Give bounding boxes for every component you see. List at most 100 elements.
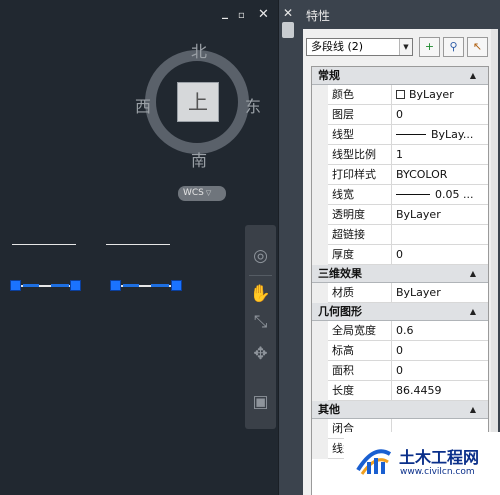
category-misc[interactable]: 其他 ▲ <box>312 401 488 419</box>
property-row-area[interactable]: 面积 0 <box>312 361 488 381</box>
viewcube-top-face[interactable]: 上 <box>177 82 219 122</box>
steering-wheel-icon[interactable]: ◎ <box>249 245 272 268</box>
category-title: 三维效果 <box>318 267 362 280</box>
compass-south-label[interactable]: 南 <box>191 147 207 171</box>
property-row-color[interactable]: 颜色 ByLayer <box>312 85 488 105</box>
property-row-global-width[interactable]: 全局宽度 0.6 <box>312 321 488 341</box>
collapse-icon[interactable]: ▲ <box>470 401 476 418</box>
grip-endpoint[interactable] <box>10 280 21 291</box>
compass-east-label[interactable]: 东 <box>245 93 261 117</box>
property-value[interactable]: 1 <box>393 145 488 165</box>
property-row-hyperlink[interactable]: 超链接 <box>312 225 488 245</box>
property-row-linetype-scale[interactable]: 线型比例 1 <box>312 145 488 165</box>
grip-endpoint[interactable] <box>171 280 182 291</box>
property-row-lineweight[interactable]: 线宽 0.05 ... <box>312 185 488 205</box>
property-name: 标高 <box>328 341 392 361</box>
property-name: 线型 <box>328 125 392 145</box>
property-grid: 常规 ▲ 颜色 ByLayer 图层 0 线型 ByLay... 线型比例 1 … <box>311 66 489 495</box>
property-name: 超链接 <box>328 225 392 245</box>
property-row-plotstyle[interactable]: 打印样式 BYCOLOR <box>312 165 488 185</box>
property-value[interactable]: 0 <box>393 245 488 265</box>
close-icon[interactable]: ✕ <box>283 6 293 20</box>
property-value[interactable]: BYCOLOR <box>393 165 488 185</box>
category-general[interactable]: 常规 ▲ <box>312 67 488 85</box>
site-watermark: 土木工程网 www.civilcn.com <box>344 432 500 495</box>
property-value[interactable]: 0 <box>393 341 488 361</box>
quick-select-button[interactable]: ⚲ <box>443 37 464 57</box>
close-icon[interactable]: ✕ <box>258 7 269 22</box>
palette-scrollbar[interactable] <box>491 29 498 495</box>
property-name: 透明度 <box>328 205 392 225</box>
category-geometry[interactable]: 几何图形 ▲ <box>312 303 488 321</box>
property-row-transparency[interactable]: 透明度 ByLayer <box>312 205 488 225</box>
civilcn-logo-icon <box>356 449 392 475</box>
showmotion-icon[interactable]: ▣ <box>249 391 272 414</box>
navigation-bar[interactable]: ◎ ✋ ⤡ ✥ ▣ <box>245 225 276 429</box>
properties-palette: 特性 多段线 (2) ▼ + ⚲ ↖ 常规 ▲ 颜色 ByLayer 图层 0 <box>298 0 500 495</box>
category-3d-effects[interactable]: 三维效果 ▲ <box>312 265 488 283</box>
minimize-icon[interactable]: _ <box>222 5 228 19</box>
line-entity-left[interactable] <box>12 244 76 245</box>
wcs-menu-button[interactable]: WCS ▽ <box>178 186 226 201</box>
property-value[interactable]: ByLayer <box>393 283 488 303</box>
property-name: 面积 <box>328 361 392 381</box>
property-value[interactable]: 86.4459 <box>393 381 488 401</box>
category-title: 其他 <box>318 403 340 416</box>
property-value[interactable]: ByLayer <box>393 205 488 225</box>
property-row-material[interactable]: 材质 ByLayer <box>312 283 488 303</box>
palette-grip-handle[interactable] <box>282 22 294 38</box>
lineweight-preview-icon <box>396 194 430 195</box>
property-row-elevation[interactable]: 标高 0 <box>312 341 488 361</box>
collapse-icon[interactable]: ▲ <box>470 265 476 282</box>
palette-content: 多段线 (2) ▼ + ⚲ ↖ 常规 ▲ 颜色 ByLayer 图层 0 线型 … <box>303 29 498 495</box>
object-type-value: 多段线 (2) <box>311 40 364 53</box>
watermark-url: www.civilcn.com <box>400 467 475 477</box>
zoom-extents-icon[interactable]: ⤡ <box>249 311 272 334</box>
select-objects-button[interactable]: ↖ <box>467 37 488 57</box>
grip-endpoint[interactable] <box>70 280 81 291</box>
orbit-icon[interactable]: ✥ <box>249 343 272 366</box>
property-name: 长度 <box>328 381 392 401</box>
property-row-layer[interactable]: 图层 0 <box>312 105 488 125</box>
compass-north-label[interactable]: 北 <box>191 38 207 62</box>
viewcube[interactable]: 上 北 南 西 东 <box>135 38 261 170</box>
collapse-icon[interactable]: ▲ <box>470 67 476 84</box>
property-name: 打印样式 <box>328 165 392 185</box>
chevron-down-icon[interactable]: ▼ <box>399 39 412 55</box>
drawing-viewport[interactable]: _ ▫ ✕ 上 北 南 西 东 WCS ▽ ◎ ✋ ⤡ ✥ ▣ <box>0 0 278 495</box>
grip-endpoint[interactable] <box>110 280 121 291</box>
property-name: 全局宽度 <box>328 321 392 341</box>
property-value[interactable]: 0.05 ... <box>393 185 488 205</box>
palette-title-strip[interactable]: ✕ <box>278 0 298 495</box>
property-value[interactable]: ByLay... <box>393 125 488 145</box>
property-row-length[interactable]: 长度 86.4459 <box>312 381 488 401</box>
property-value[interactable]: 0 <box>393 361 488 381</box>
category-title: 几何图形 <box>318 305 362 318</box>
property-value[interactable]: 0.6 <box>393 321 488 341</box>
toggle-pickadd-button[interactable]: + <box>419 37 440 57</box>
polyline-selected-left[interactable] <box>15 284 77 287</box>
watermark-site-name: 土木工程网 <box>399 448 480 467</box>
property-name: 厚度 <box>328 245 392 265</box>
object-type-dropdown[interactable]: 多段线 (2) ▼ <box>306 38 413 56</box>
line-entity-right[interactable] <box>106 244 170 245</box>
compass-west-label[interactable]: 西 <box>135 93 151 117</box>
property-name: 颜色 <box>328 85 392 105</box>
property-value[interactable] <box>393 225 488 245</box>
property-name: 材质 <box>328 283 392 303</box>
wcs-label: WCS <box>183 188 204 198</box>
property-name: 图层 <box>328 105 392 125</box>
property-value[interactable]: 0 <box>393 105 488 125</box>
restore-icon[interactable]: ▫ <box>238 10 245 21</box>
property-value[interactable]: ByLayer <box>393 85 488 105</box>
pan-icon[interactable]: ✋ <box>249 283 272 306</box>
polyline-selected-right[interactable] <box>115 284 177 287</box>
property-row-linetype[interactable]: 线型 ByLay... <box>312 125 488 145</box>
collapse-icon[interactable]: ▲ <box>470 303 476 320</box>
category-title: 常规 <box>318 69 340 82</box>
linetype-preview-icon <box>396 134 426 135</box>
color-swatch-icon <box>396 90 405 99</box>
property-row-thickness[interactable]: 厚度 0 <box>312 245 488 265</box>
property-name: 线宽 <box>328 185 392 205</box>
property-name: 线型比例 <box>328 145 392 165</box>
